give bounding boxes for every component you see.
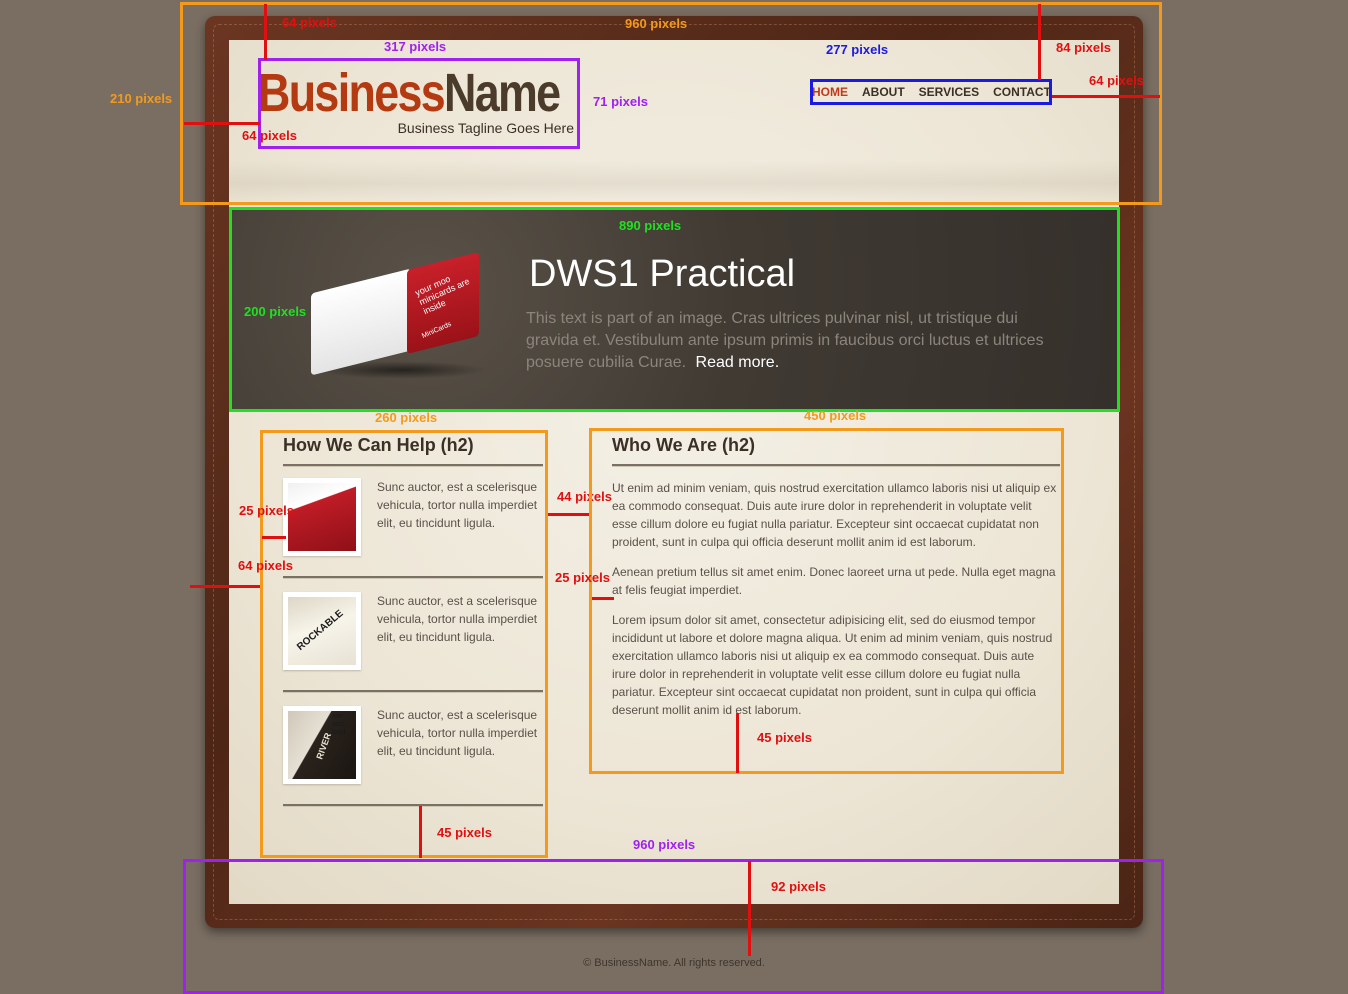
header-top-margin-label: 64 pixels (282, 15, 337, 30)
footer-width-label: 960 pixels (633, 837, 696, 852)
divider (283, 464, 543, 467)
header-width-label: 960 pixels (625, 16, 688, 31)
hero-width-label: 890 pixels (619, 218, 682, 233)
footer-height-line (748, 861, 751, 956)
help-item-text: Sunc auctor, est a scelerisque vehicula,… (377, 708, 538, 758)
help-item-text: Sunc auctor, est a scelerisque vehicula,… (377, 594, 538, 644)
help-item-text: Sunc auctor, est a scelerisque vehicula,… (377, 480, 538, 530)
divider (283, 690, 543, 693)
nav-right-margin-line (1052, 95, 1160, 98)
footer-height-label: 92 pixels (771, 879, 826, 894)
item-left-margin-line (262, 536, 286, 539)
thumbnail-image[interactable]: ase and load RIVER (283, 706, 361, 784)
logo-name: Name (444, 63, 561, 123)
help-item: Sunc auctor, est a scelerisque vehicula,… (283, 478, 543, 592)
right-bottom-padding-label: 45 pixels (757, 730, 812, 745)
left-bottom-padding-label: 45 pixels (437, 825, 492, 840)
thumb3-text-c: RIVER (314, 731, 334, 761)
header-height-label: 210 pixels (110, 91, 173, 106)
logo-height-label: 71 pixels (593, 94, 648, 109)
right-inner-margin-line (592, 597, 614, 600)
column-left-margin-line (190, 585, 260, 588)
who-we-are-paragraph: Ut enim ad minim veniam, quis nostrud ex… (612, 481, 1057, 549)
logo[interactable]: BusinessName Business Tagline Goes Here (258, 60, 576, 146)
left-column-width-label: 260 pixels (375, 410, 438, 425)
logo-business: Business (258, 63, 446, 123)
column-left-margin-label: 64 pixels (238, 558, 293, 573)
how-we-can-help-column: How We Can Help (h2) Sunc auctor, est a … (262, 432, 546, 856)
hero-title: DWS1 Practical (529, 253, 796, 295)
item-left-margin-label: 25 pixels (239, 503, 294, 518)
help-item: ROCKABLE Sunc auctor, est a scelerisque … (283, 592, 543, 706)
thumb3-text-b: load (332, 729, 346, 736)
hero-height-label: 200 pixels (244, 304, 307, 319)
nav-about[interactable]: ABOUT (862, 85, 905, 99)
right-column-width-label: 450 pixels (804, 408, 867, 423)
hero-paragraph: This text is part of an image. Cras ultr… (526, 310, 1044, 371)
divider (283, 804, 543, 807)
hero-text: This text is part of an image. Cras ultr… (526, 308, 1046, 374)
rockable-card-text: ROCKABLE (295, 608, 346, 653)
nav-width-label: 277 pixels (826, 42, 889, 57)
nav-services[interactable]: SERVICES (919, 85, 979, 99)
header-left-margin-label: 64 pixels (242, 128, 297, 143)
nav-contact[interactable]: CONTACT (993, 85, 1051, 99)
thumbnail-image[interactable] (283, 478, 361, 556)
header-top-margin-line (264, 4, 267, 60)
nav-top-margin-label: 84 pixels (1056, 40, 1111, 55)
tagline: Business Tagline Goes Here (397, 120, 574, 136)
right-bottom-padding-line (736, 713, 739, 773)
divider (283, 576, 543, 579)
who-we-are-column: Who We Are (h2) Ut enim ad minim veniam,… (591, 430, 1062, 772)
who-we-are-heading: Who We Are (h2) (612, 435, 755, 455)
main-nav: HOME ABOUT SERVICES CONTACT (812, 80, 1051, 104)
column-gap-label: 44 pixels (557, 489, 612, 504)
read-more-link[interactable]: Read more. (696, 354, 780, 371)
divider (612, 464, 1060, 467)
thumb3-text-a: ase and (332, 713, 344, 728)
left-bottom-padding-line (419, 806, 422, 858)
nav-right-margin-label: 64 pixels (1089, 73, 1144, 88)
footer-copyright: © BusinessName. All rights reserved. (583, 957, 765, 969)
how-we-can-help-heading: How We Can Help (h2) (283, 435, 474, 455)
thumbnail-image[interactable]: ROCKABLE (283, 592, 361, 670)
header-left-margin-line (184, 122, 260, 125)
nav-top-margin-line (1038, 4, 1041, 80)
paper-tear-edge (229, 160, 1119, 202)
logo-wordmark: BusinessName (258, 60, 561, 126)
hero-banner: your moo minicards are inside MiniCards … (231, 209, 1117, 410)
column-gap-line (548, 513, 590, 516)
nav-home[interactable]: HOME (812, 85, 848, 99)
who-we-are-paragraph: Lorem ipsum dolor sit amet, consectetur … (612, 613, 1053, 717)
who-we-are-paragraph: Aenean pretium tellus sit amet enim. Don… (612, 565, 1056, 597)
minicards-box-image: your moo minicards are inside MiniCards (311, 252, 487, 379)
logo-width-label: 317 pixels (384, 39, 447, 54)
help-item: ase and load RIVER Sunc auctor, est a sc… (283, 706, 543, 820)
right-inner-margin-label: 25 pixels (555, 570, 610, 585)
